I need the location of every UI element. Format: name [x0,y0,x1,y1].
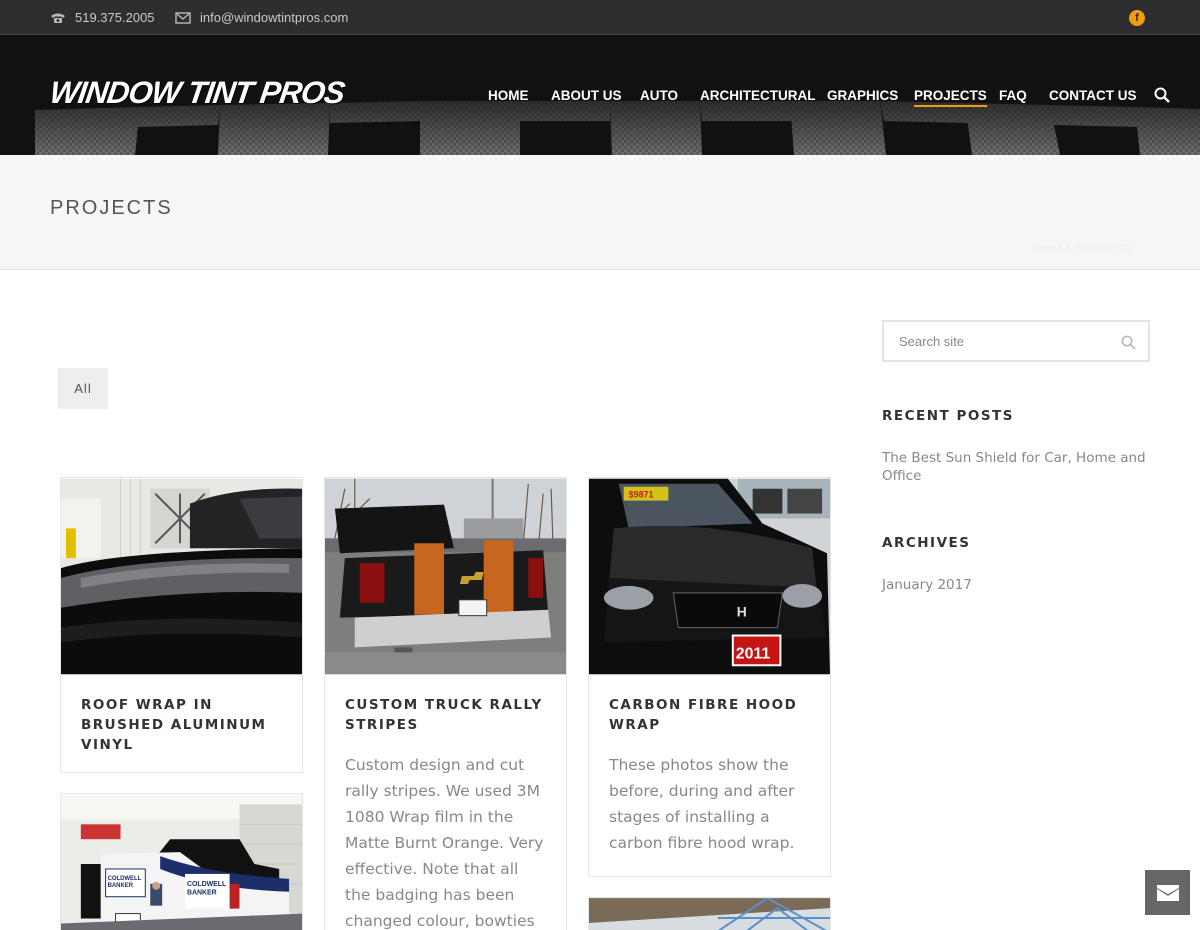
project-image-rally-stripes[interactable] [325,478,566,675]
breadcrumb: Home » PROJECTS [1033,243,1134,255]
site-header: WINDOW TINT PROS HOME ABOUT US AUTO ARCH… [0,35,1200,155]
phone-number: 519.375.2005 [75,10,155,25]
svg-text:$9871: $9871 [629,490,654,500]
envelope-icon [175,11,191,24]
archive-link[interactable]: January 2017 [882,576,1147,594]
envelope-icon [1156,884,1179,901]
search-icon[interactable] [1154,87,1170,103]
archives-heading: ARCHIVES [882,535,971,551]
project-image-truck-graphics[interactable]: COLDWELL BANKER COLDWELL BANKER [61,794,302,930]
project-excerpt: These photos show the before, during and… [609,756,795,852]
phone-icon [51,13,65,23]
project-title[interactable]: ROOF WRAP IN BRUSHED ALUMINUM VINYL [81,695,286,755]
page-title-bar: PROJECTS Home » PROJECTS [0,155,1200,270]
nav-home[interactable]: HOME [488,88,529,103]
sidebar-search [882,320,1150,362]
search-icon[interactable] [1121,335,1136,350]
filter-all-button[interactable]: All [58,368,108,409]
top-bar-email[interactable]: info@windowtintpros.com [175,0,348,35]
svg-text:COLDWELL: COLDWELL [187,881,227,888]
nav-auto[interactable]: AUTO [640,88,678,103]
email-address: info@windowtintpros.com [200,10,349,25]
top-bar: 519.375.2005 info@windowtintpros.com f [0,0,1200,35]
project-card-architectural[interactable] [588,897,831,930]
project-title[interactable]: CUSTOM TRUCK RALLY STRIPES [345,695,550,735]
project-card-roof-wrap[interactable]: ROOF WRAP IN BRUSHED ALUMINUM VINYL [60,477,303,773]
nav-graphics[interactable]: GRAPHICS [827,88,898,103]
svg-text:2011: 2011 [736,645,771,662]
nav-architectural[interactable]: ARCHITECTURAL [700,88,816,103]
project-card-rally-stripes[interactable]: CUSTOM TRUCK RALLY STRIPES Custom design… [324,477,567,930]
project-title[interactable]: CARBON FIBRE HOOD WRAP [609,695,814,735]
project-image-roof-wrap[interactable] [61,478,302,675]
nav-contact-us[interactable]: CONTACT US [1049,88,1137,103]
search-input[interactable] [899,331,1109,351]
svg-text:BANKER: BANKER [187,890,217,897]
svg-text:H: H [737,604,747,620]
site-logo[interactable]: WINDOW TINT PROS [47,75,347,111]
project-card-truck-graphics[interactable]: COLDWELL BANKER COLDWELL BANKER [60,793,303,930]
floating-contact-button[interactable] [1145,870,1190,915]
project-card-carbon-hood[interactable]: $9871 H 2011 CARBON FIBRE HOOD WRAP Thes… [588,477,831,877]
recent-post-link[interactable]: The Best Sun Shield for Car, Home and Of… [882,449,1147,485]
breadcrumb-home[interactable]: Home [1033,243,1062,255]
nav-about-us[interactable]: ABOUT US [551,88,622,103]
nav-projects[interactable]: PROJECTS [914,88,987,107]
nav-faq[interactable]: FAQ [999,88,1027,103]
breadcrumb-current: PROJECTS [1074,243,1134,255]
project-image-carbon-hood[interactable]: $9871 H 2011 [589,478,830,675]
recent-posts-heading: RECENT POSTS [882,408,1014,424]
top-bar-phone[interactable]: 519.375.2005 [50,0,155,35]
svg-text:COLDWELL: COLDWELL [108,876,142,882]
breadcrumb-separator: » [1065,243,1072,255]
project-image-architectural[interactable] [589,898,830,930]
page-title: PROJECTS [50,197,173,219]
facebook-icon[interactable]: f [1129,10,1145,26]
project-excerpt: Custom design and cut rally stripes. We … [345,756,544,930]
svg-text:BANKER: BANKER [108,883,134,889]
